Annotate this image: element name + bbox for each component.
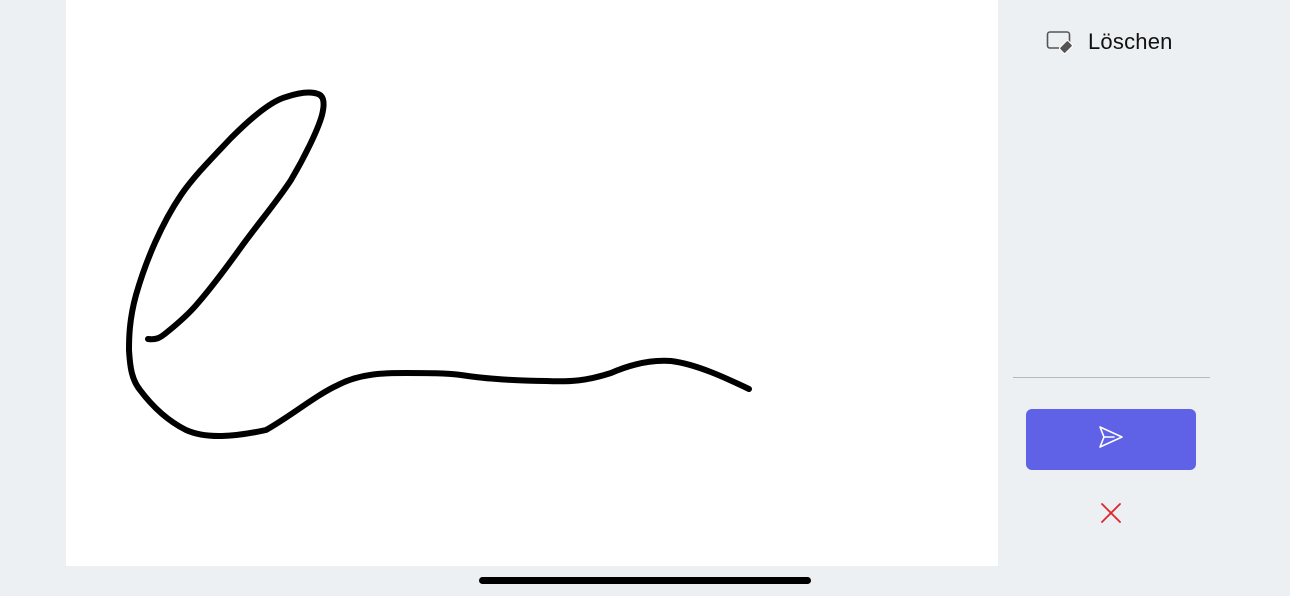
clear-button[interactable]: Löschen <box>1046 24 1173 60</box>
cancel-button[interactable] <box>1100 502 1122 529</box>
clear-button-label: Löschen <box>1088 29 1173 54</box>
signature-sidebar: Löschen <box>998 0 1290 566</box>
home-indicator <box>479 577 811 584</box>
signature-canvas[interactable] <box>66 0 998 566</box>
divider <box>1013 377 1210 378</box>
send-button[interactable] <box>1026 409 1196 470</box>
signature-screen: Löschen <box>0 0 1290 596</box>
close-icon <box>1100 502 1122 529</box>
signature-stroke <box>126 89 752 439</box>
eraser-icon <box>1046 29 1074 55</box>
send-icon <box>1098 425 1124 454</box>
signature-drawing <box>126 89 752 439</box>
